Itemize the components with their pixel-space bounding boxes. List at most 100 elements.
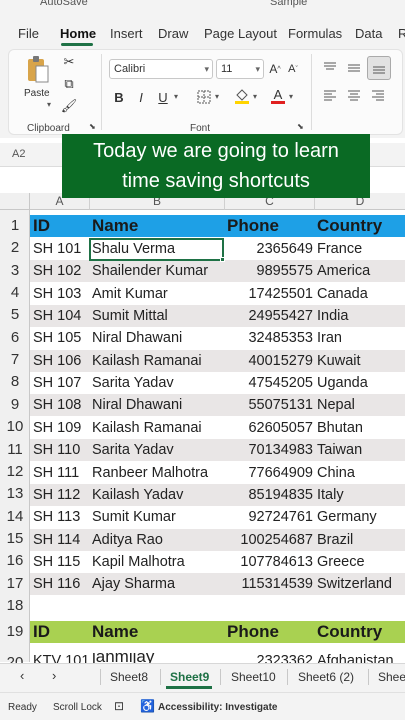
cell-country[interactable]: America: [317, 260, 405, 282]
cell-id[interactable]: SH 112: [33, 484, 90, 506]
cell-phone[interactable]: 17425501: [226, 283, 313, 305]
row-number[interactable]: 13: [0, 485, 30, 502]
font-color-icon[interactable]: A: [269, 86, 287, 106]
row-number[interactable]: 18: [0, 597, 30, 614]
fill-color-dropdown-icon[interactable]: ▾: [253, 92, 257, 101]
cell-id[interactable]: SH 102: [33, 260, 90, 282]
align-right-icon[interactable]: [369, 88, 387, 104]
selected-cell-outline[interactable]: [89, 238, 224, 261]
cell-phone[interactable]: 77664909: [226, 462, 313, 484]
header-id[interactable]: ID: [33, 215, 90, 237]
cell-phone[interactable]: 9895575: [226, 260, 313, 282]
cell-id[interactable]: SH 116: [33, 573, 90, 595]
cell-country[interactable]: Brazil: [317, 529, 405, 551]
second-header-id[interactable]: ID: [33, 621, 90, 643]
cell-id[interactable]: SH 104: [33, 305, 90, 327]
tab-review-partial[interactable]: R: [398, 26, 405, 41]
align-left-icon[interactable]: [321, 88, 339, 104]
underline-dropdown-icon[interactable]: ▾: [174, 92, 178, 101]
cell-country[interactable]: Greece: [317, 551, 405, 573]
font-size-box[interactable]: 11 ▾: [216, 59, 264, 79]
paste-dropdown-icon[interactable]: ▾: [47, 100, 51, 109]
row-number[interactable]: 2: [0, 239, 30, 256]
scroll-right-icon[interactable]: ›: [52, 668, 56, 683]
copy-icon[interactable]: ⧉: [61, 76, 77, 92]
row-number[interactable]: 4: [0, 284, 30, 301]
name-box[interactable]: A2: [12, 148, 25, 160]
row-number[interactable]: 3: [0, 262, 30, 279]
bottom-align-icon[interactable]: [367, 56, 391, 80]
cell-country[interactable]: Uganda: [317, 372, 405, 394]
sheet-tab-sheet8[interactable]: Sheet8: [110, 670, 148, 684]
cell-name[interactable]: Ranbeer Malhotra: [92, 462, 227, 484]
cell-country[interactable]: France: [317, 238, 405, 260]
row-number[interactable]: 8: [0, 373, 30, 390]
paste-label[interactable]: Paste: [24, 88, 50, 99]
cell-country[interactable]: Switzerland: [317, 573, 405, 595]
row-number[interactable]: 12: [0, 463, 30, 480]
align-center-icon[interactable]: [345, 88, 363, 104]
underline-icon[interactable]: U: [155, 88, 171, 106]
cell-country[interactable]: China: [317, 462, 405, 484]
status-accessibility[interactable]: Accessibility: Investigate: [158, 702, 278, 713]
header-name[interactable]: Name: [92, 215, 227, 237]
row-number[interactable]: 15: [0, 530, 30, 547]
row-number[interactable]: 10: [0, 418, 30, 435]
cell-id[interactable]: SH 106: [33, 350, 90, 372]
cell-id[interactable]: SH 113: [33, 506, 90, 528]
cell-country[interactable]: India: [317, 305, 405, 327]
cell-phone[interactable]: 55075131: [226, 394, 313, 416]
cell-id[interactable]: SH 114: [33, 529, 90, 551]
row-number[interactable]: 16: [0, 552, 30, 569]
cell-name[interactable]: Kailash Yadav: [92, 484, 227, 506]
paste-icon[interactable]: [23, 54, 53, 86]
top-align-icon[interactable]: [321, 60, 339, 76]
cell-name[interactable]: Niral Dhawani: [92, 327, 227, 349]
decrease-font-icon[interactable]: Aˇ: [285, 60, 301, 78]
font-color-dropdown-icon[interactable]: ▾: [289, 92, 293, 101]
bold-icon[interactable]: B: [111, 88, 127, 106]
middle-align-icon[interactable]: [345, 60, 363, 76]
status-scroll-lock[interactable]: Scroll Lock: [53, 702, 102, 713]
cell-name[interactable]: Sarita Yadav: [92, 372, 227, 394]
cell-phone[interactable]: 47545205: [226, 372, 313, 394]
second-header-country[interactable]: Country: [317, 621, 405, 643]
cell-phone[interactable]: 40015279: [226, 350, 313, 372]
tab-home[interactable]: Home: [60, 26, 96, 41]
cell-phone[interactable]: 62605057: [226, 417, 313, 439]
cell-id[interactable]: SH 101: [33, 238, 90, 260]
partial-phone[interactable]: 2323362: [226, 652, 313, 663]
cell-phone[interactable]: 70134983: [226, 439, 313, 461]
cell-name[interactable]: Sumit Kumar: [92, 506, 227, 528]
second-header-phone[interactable]: Phone: [227, 621, 317, 643]
row-number[interactable]: 20: [0, 654, 30, 663]
partial-id[interactable]: KTV 101: [33, 652, 90, 663]
chevron-down-icon[interactable]: ▾: [204, 60, 209, 78]
cell-id[interactable]: SH 105: [33, 327, 90, 349]
cell-id[interactable]: SH 110: [33, 439, 90, 461]
row-number[interactable]: 14: [0, 508, 30, 525]
row-number[interactable]: 7: [0, 351, 30, 368]
tab-draw[interactable]: Draw: [158, 26, 188, 41]
tab-insert[interactable]: Insert: [110, 26, 143, 41]
tab-data[interactable]: Data: [355, 26, 382, 41]
row-number[interactable]: 5: [0, 306, 30, 323]
cell-name[interactable]: Niral Dhawani: [92, 394, 227, 416]
chevron-down-icon[interactable]: ▾: [255, 60, 260, 78]
cell-name[interactable]: Kailash Ramanai: [92, 417, 227, 439]
sheet-tab-sheet9[interactable]: Sheet9: [170, 670, 209, 684]
macro-record-icon[interactable]: ⊡: [114, 699, 124, 713]
header-country[interactable]: Country: [317, 215, 405, 237]
fill-color-icon[interactable]: [233, 86, 251, 106]
cell-phone[interactable]: 32485353: [226, 327, 313, 349]
cell-name[interactable]: Kailash Ramanai: [92, 350, 227, 372]
partial-country[interactable]: Afghanistan: [317, 652, 405, 663]
partial-name[interactable]: janmijay: [92, 652, 227, 663]
borders-dropdown-icon[interactable]: ▾: [215, 92, 219, 101]
cell-name[interactable]: Ajay Sharma: [92, 573, 227, 595]
row-number[interactable]: 9: [0, 396, 30, 413]
autosave-label[interactable]: AutoSave: [40, 0, 88, 8]
cell-phone[interactable]: 24955427: [226, 305, 313, 327]
increase-font-icon[interactable]: A ^: [267, 60, 283, 78]
row-number[interactable]: 1: [0, 217, 30, 234]
